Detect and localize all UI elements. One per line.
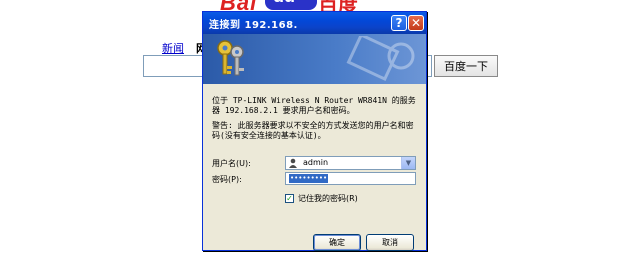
banner-decoration xyxy=(346,36,415,82)
username-label: 用户名(U): xyxy=(212,159,251,168)
nav-news-link[interactable]: 新闻 xyxy=(162,40,184,56)
remember-checkbox[interactable]: ✓ xyxy=(285,193,294,203)
password-field[interactable]: ••••••••• xyxy=(285,172,416,185)
remember-password[interactable]: ✓ 记住我的密码(R) xyxy=(285,192,358,204)
auth-message: 位于 TP-LINK Wireless N Router WR841N 的服务器… xyxy=(212,96,416,115)
remember-label: 记住我的密码(R) xyxy=(298,193,358,203)
baidu-logo-paw-text: du xyxy=(273,0,295,7)
username-value: admin xyxy=(303,158,329,167)
help-button[interactable]: ? xyxy=(391,15,407,31)
baidu-search-button[interactable]: 百度一下 xyxy=(434,55,498,77)
cancel-button[interactable]: 取消 xyxy=(366,234,414,251)
login-dialog: 连接到 192.168. ? ✕ 位于 TP-LINK Wireless N R… xyxy=(202,11,427,251)
password-value: ••••••••• xyxy=(289,174,329,183)
user-icon xyxy=(289,158,297,168)
security-warning: 警告: 此服务器要求以不安全的方式发送您的用户名和密码(没有安全连接的基本认证)… xyxy=(212,121,414,140)
dialog-title: 连接到 192.168. xyxy=(209,20,298,31)
dialog-titlebar[interactable]: 连接到 192.168. ? ✕ xyxy=(203,12,426,34)
close-button[interactable]: ✕ xyxy=(408,15,424,31)
dialog-banner xyxy=(203,34,426,84)
password-label: 密码(P): xyxy=(212,175,242,184)
username-combobox[interactable]: admin ▼ xyxy=(285,156,416,170)
keys-icon xyxy=(217,40,244,76)
baidu-logo-paw: du xyxy=(265,0,317,10)
ok-button[interactable]: 确定 xyxy=(313,234,361,251)
chevron-down-icon[interactable]: ▼ xyxy=(401,157,415,169)
